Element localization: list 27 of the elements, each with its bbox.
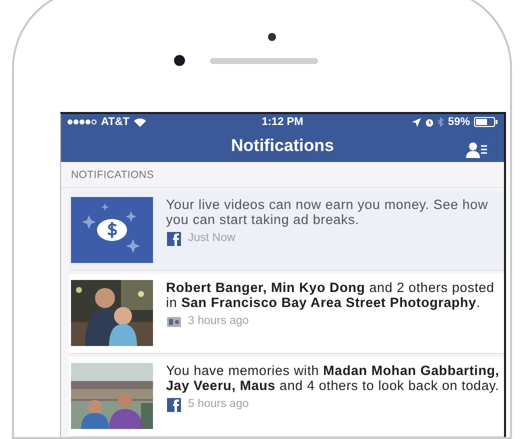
alarm-icon — [424, 118, 434, 126]
clock-time: 1:12 PM — [262, 116, 304, 128]
notification-text: Your live videos can now earn you money. See how you can start taking ad breaks. — [166, 197, 489, 227]
location-icon — [412, 118, 421, 126]
facebook-icon — [166, 232, 182, 246]
facebook-icon — [166, 398, 182, 412]
friends-icon[interactable] — [466, 142, 488, 158]
carrier-label: AT&T — [101, 116, 130, 128]
signal-icon — [67, 119, 97, 125]
camera-icon — [174, 55, 185, 66]
group-icon — [166, 314, 182, 328]
notification-time: 3 hours ago — [188, 314, 249, 329]
notification-time: Just Now — [188, 231, 236, 246]
notification-item[interactable]: Robert Banger, Min Kyo Dong and 2 others posted in San Francisco Bay Area Street Photography. 3 hours ago — [69, 274, 504, 354]
notification-text: Robert Banger, Min Kyo Dong and 2 others posted in San Francisco Bay Area Street Photography. — [166, 280, 496, 310]
battery-percent: 59% — [448, 116, 470, 128]
notification-item[interactable]: You have memories with Madan Mohan Gabbarting, Jay Veeru, Maus and 4 others to look back on today. 5 hours ago — [69, 357, 504, 437]
money-icon — [71, 197, 153, 263]
screen-title: Notifications — [231, 136, 334, 156]
sensor-icon — [268, 33, 276, 41]
notification-time: 5 hours ago — [188, 397, 249, 412]
notification-text: You have memories with Madan Mohan Gabbarting, Jay Veeru, Maus and 4 others to look back on today. — [166, 363, 500, 393]
battery-icon — [474, 117, 498, 127]
notification-item[interactable]: Your live videos can now earn you money. See how you can start taking ad breaks. Just Now — [69, 191, 504, 271]
bluetooth-icon — [438, 117, 444, 127]
section-header: NOTIFICATIONS — [61, 162, 504, 188]
wifi-icon — [134, 118, 146, 126]
